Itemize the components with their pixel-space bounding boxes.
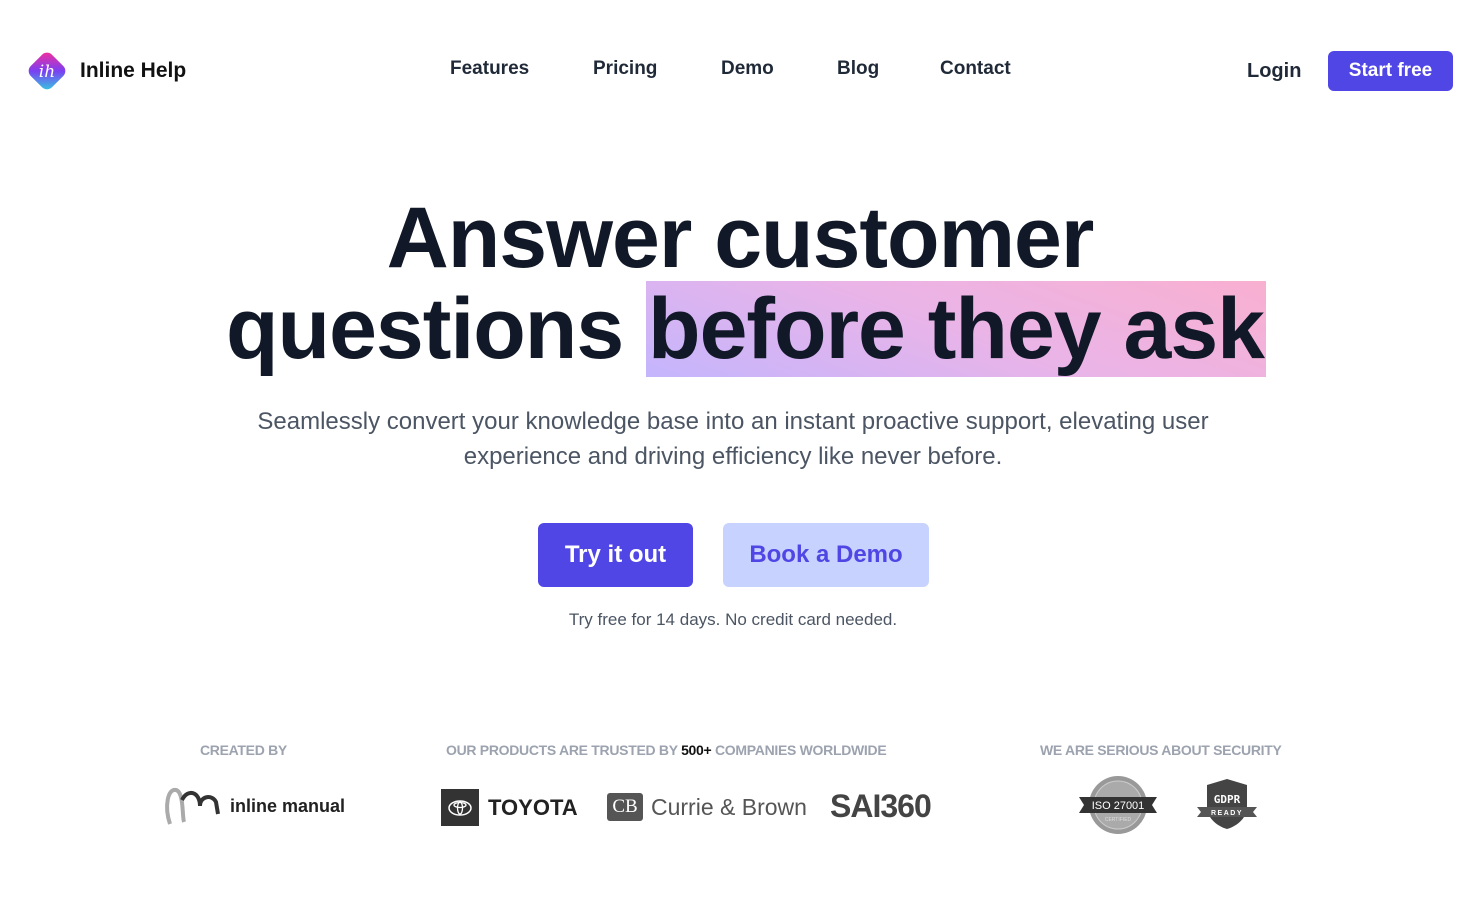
subtitle-line-2: experience and driving efficiency like n… bbox=[463, 443, 1003, 470]
book-demo-button[interactable]: Book a Demo bbox=[723, 523, 929, 587]
svg-text:GDPR: GDPR bbox=[1214, 793, 1241, 806]
nav-blog[interactable]: Blog bbox=[837, 58, 879, 80]
nav-pricing[interactable]: Pricing bbox=[593, 58, 657, 80]
gdpr-badge: GDPR READY bbox=[1195, 777, 1259, 836]
security-label: WE ARE SERIOUS ABOUT SECURITY bbox=[1040, 742, 1282, 758]
trial-note: Try free for 14 days. No credit card nee… bbox=[568, 610, 898, 629]
try-it-out-button[interactable]: Try it out bbox=[538, 523, 693, 587]
currie-brown-logo: CB Currie & Brown bbox=[607, 793, 807, 821]
nav-contact[interactable]: Contact bbox=[940, 58, 1011, 80]
svg-text:CERTIFIED: CERTIFIED bbox=[1105, 817, 1132, 823]
trusted-label: OUR PRODUCTS ARE TRUSTED BY 500+ COMPANI… bbox=[446, 742, 887, 758]
nav-features[interactable]: Features bbox=[450, 58, 529, 80]
headline-plain: questions bbox=[226, 281, 647, 377]
svg-text:ih: ih bbox=[39, 62, 55, 82]
start-free-button[interactable]: Start free bbox=[1328, 51, 1453, 91]
logo-text: Inline Help bbox=[80, 59, 187, 82]
logo-icon: ih bbox=[22, 46, 72, 96]
inline-manual-logo: inline manual bbox=[162, 786, 345, 826]
subtitle-line-1: Seamlessly convert your knowledge base i… bbox=[257, 408, 1209, 435]
login-link[interactable]: Login bbox=[1247, 60, 1301, 83]
headline-highlight: before they ask bbox=[646, 281, 1266, 377]
svg-text:READY: READY bbox=[1211, 810, 1243, 817]
toyota-logo: TOYOTA bbox=[441, 789, 578, 826]
sai360-logo: SAI360 bbox=[830, 788, 932, 824]
logo[interactable]: ih Inline Help bbox=[22, 46, 186, 96]
toyota-icon bbox=[441, 789, 479, 826]
hero-subtitle: Seamlessly convert your knowledge base i… bbox=[0, 404, 1466, 474]
created-by-label: CREATED BY bbox=[200, 742, 287, 758]
svg-text:ISO 27001: ISO 27001 bbox=[1092, 800, 1145, 812]
iso-27001-badge: ISO 27001 CERTIFIED bbox=[1077, 775, 1159, 840]
headline-line-2: questions before they ask bbox=[0, 281, 1480, 377]
cb-icon: CB bbox=[607, 793, 643, 821]
nav-demo[interactable]: Demo bbox=[721, 58, 774, 80]
inline-manual-icon bbox=[165, 787, 220, 825]
headline-line-1: Answer customer bbox=[386, 190, 1095, 286]
